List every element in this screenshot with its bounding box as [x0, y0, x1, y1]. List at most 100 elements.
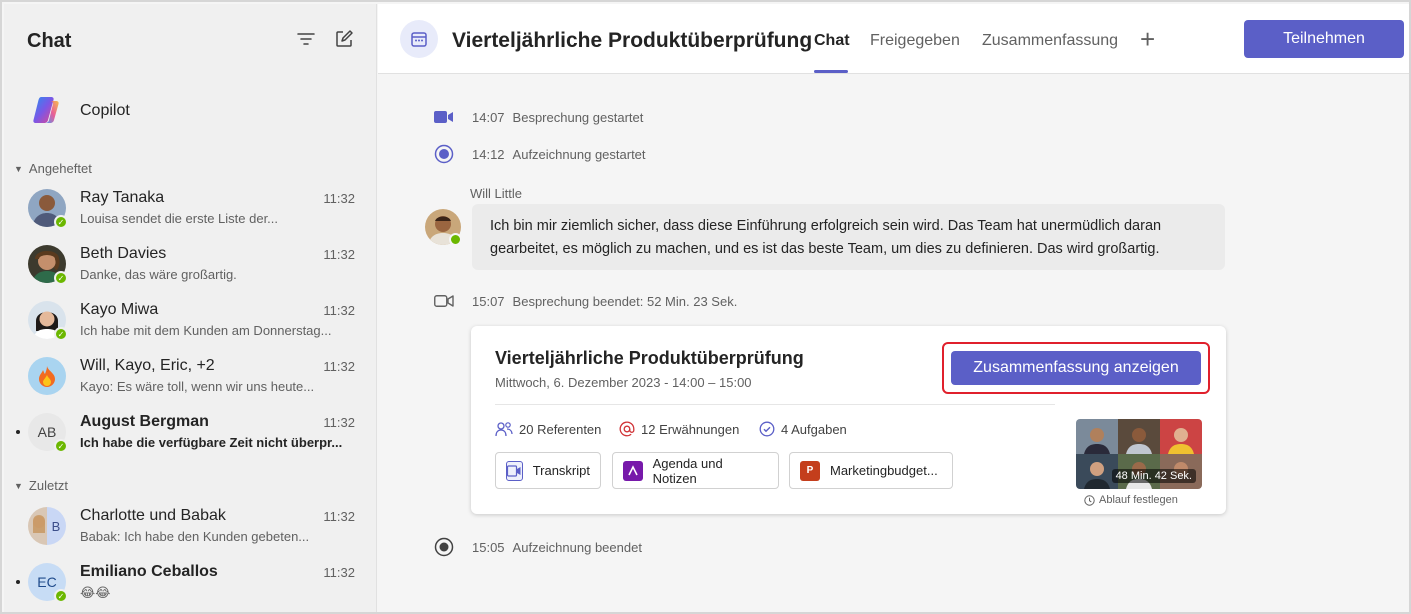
chat-item-emiliano-ceballos[interactable]: EC ✓ Emiliano Ceballos 11:32 😂😂 [4, 556, 377, 608]
event-time: 15:05 [472, 539, 505, 555]
chat-time: 11:32 [323, 565, 355, 580]
chat-item-group[interactable]: Will, Kayo, Eric, +2 11:32 Kayo: Es wäre… [4, 350, 377, 402]
chat-time: 11:32 [323, 415, 355, 430]
chat-name: Will, Kayo, Eric, +2 [80, 357, 215, 374]
chat-item-ray-tanaka[interactable]: ✓ Ray Tanaka 11:32 Louisa sendet die ers… [4, 182, 377, 234]
presence-available-icon: ✓ [54, 327, 68, 341]
divider [495, 404, 1055, 405]
copilot-label: Copilot [80, 102, 130, 119]
event-recording-started: 14:12 Aufzeichnung gestartet [432, 143, 646, 165]
clock-icon [1084, 494, 1095, 506]
chat-sidebar: Chat Copilot ▼ Angeheftet ✓ Ray Tanaka 1… [4, 4, 377, 612]
file-budget-label: Marketingbudget... [830, 463, 938, 478]
file-agenda-label: Agenda und Notizen [652, 455, 723, 486]
avatar: ✓ [28, 301, 68, 341]
add-tab-icon[interactable]: + [1140, 26, 1155, 52]
message-bubble[interactable]: Ich bin mir ziemlich sicher, dass diese … [472, 204, 1225, 270]
sidebar-item-copilot[interactable]: Copilot [4, 88, 377, 134]
chat-preview: Ich habe die verfügbare Zeit nicht überp… [80, 435, 343, 450]
section-pinned-label: Angeheftet [28, 161, 92, 176]
caret-down-icon: ▼ [14, 480, 23, 491]
compose-icon[interactable] [333, 28, 355, 50]
avatar: ✓ [28, 245, 68, 285]
stat-mentions[interactable]: 12 Erwähnungen [619, 421, 739, 437]
video-camera-outline-icon [432, 294, 456, 308]
unread-dot [16, 430, 20, 434]
transcript-icon [506, 460, 523, 481]
file-agenda[interactable]: Agenda und Notizen [612, 452, 779, 489]
presence-available-icon: ✓ [54, 439, 68, 453]
chat-time: 11:32 [323, 303, 355, 318]
chat-name: Beth Davies [80, 245, 167, 262]
file-transcript[interactable]: Transkript [495, 452, 601, 489]
event-meeting-ended: 15:07 Besprechung beendet: 52 Min. 23 Se… [432, 290, 737, 312]
chat-name: Kayo Miwa [80, 301, 159, 318]
caret-down-icon: ▼ [14, 163, 23, 174]
recording-thumbnail[interactable]: 48 Min. 42 Sek. [1076, 419, 1202, 489]
chat-item-kayo-miwa[interactable]: ✓ Kayo Miwa 11:32 Ich habe mit dem Kunde… [4, 294, 377, 346]
powerpoint-icon: P [800, 460, 820, 481]
stat-speakers[interactable]: 20 Referenten [495, 421, 601, 437]
record-stop-icon [432, 537, 456, 557]
presence-available-icon: ✓ [54, 215, 68, 229]
set-expiration-link[interactable]: Ablauf festlegen [1084, 494, 1178, 506]
stat-tasks[interactable]: 4 Aufgaben [759, 421, 847, 437]
expire-label: Ablauf festlegen [1099, 494, 1178, 506]
chat-name: August Bergman [80, 413, 209, 430]
tab-summary[interactable]: Zusammenfassung [982, 32, 1118, 50]
section-recent[interactable]: ▼ Zuletzt [14, 478, 68, 493]
card-datetime: Mittwoch, 6. Dezember 2023 - 14:00 – 15:… [495, 375, 752, 390]
event-text: Aufzeichnung beendet [512, 539, 642, 555]
chat-name: Ray Tanaka [80, 189, 165, 206]
fire-icon [39, 366, 55, 387]
recording-duration: 48 Min. 42 Sek. [1111, 469, 1196, 483]
svg-text:B: B [52, 519, 61, 534]
unread-dot [16, 580, 20, 584]
meeting-chat-pane: Vierteljährliche Produktüberprüfung Chat… [378, 4, 1409, 612]
filter-icon[interactable] [295, 28, 317, 50]
chat-time: 11:32 [323, 247, 355, 262]
copilot-icon [28, 92, 64, 128]
event-time: 14:07 [472, 109, 505, 125]
checkmark-circle-icon [759, 421, 775, 437]
app-window: Chat Copilot ▼ Angeheftet ✓ Ray Tanaka 1… [0, 0, 1411, 614]
stat-tasks-label: 4 Aufgaben [781, 421, 847, 437]
presence-available-icon: ✓ [54, 589, 68, 603]
chat-preview: Babak: Ich habe den Kunden gebeten... [80, 529, 310, 544]
chat-item-charlotte-babak[interactable]: B Charlotte und Babak 11:32 Babak: Ich h… [4, 500, 377, 552]
meeting-recap-card: Vierteljährliche Produktüberprüfung Mitt… [471, 326, 1226, 514]
record-icon [432, 144, 456, 164]
chat-time: 11:32 [323, 191, 355, 206]
chat-time: 11:32 [323, 359, 355, 374]
chat-name: Emiliano Ceballos [80, 563, 218, 580]
chat-item-beth-davies[interactable]: ✓ Beth Davies 11:32 Danke, das wäre groß… [4, 238, 377, 290]
avatar: AB ✓ [28, 413, 68, 453]
event-text: Besprechung gestartet [512, 109, 644, 125]
avatar [28, 357, 66, 395]
calendar-icon [400, 20, 438, 58]
chat-preview: Kayo: Es wäre toll, wenn wir uns heute..… [80, 379, 315, 394]
meeting-header: Vierteljährliche Produktüberprüfung Chat… [378, 4, 1409, 74]
chat-preview: Danke, das wäre großartig. [80, 267, 237, 282]
sidebar-header: Chat [4, 4, 377, 74]
chat-item-august-bergman[interactable]: AB ✓ August Bergman 11:32 Ich habe die v… [4, 406, 377, 458]
chat-preview: Ich habe mit dem Kunden am Donnerstag... [80, 323, 332, 338]
people-icon [495, 421, 513, 437]
tab-chat[interactable]: Chat [814, 32, 850, 50]
event-text: Besprechung beendet: 52 Min. 23 Sek. [512, 293, 738, 309]
file-transcript-label: Transkript [532, 463, 590, 478]
section-pinned[interactable]: ▼ Angeheftet [14, 161, 92, 176]
join-button[interactable]: Teilnehmen [1244, 20, 1404, 58]
active-tab-indicator [814, 70, 848, 73]
page-title: Vierteljährliche Produktüberprüfung [452, 29, 813, 52]
file-marketing-budget[interactable]: P Marketingbudget... [789, 452, 953, 489]
chat-preview: Louisa sendet die erste Liste der... [80, 211, 279, 226]
message-author: Will Little [470, 186, 523, 201]
avatar: B [28, 507, 66, 545]
view-summary-button[interactable]: Zusammenfassung anzeigen [951, 351, 1201, 385]
chat-preview: 😂😂 [80, 585, 111, 600]
tab-shared[interactable]: Freigegeben [870, 32, 960, 50]
chat-name: Charlotte und Babak [80, 507, 226, 524]
loop-icon [623, 460, 643, 481]
event-time: 15:07 [472, 293, 505, 309]
